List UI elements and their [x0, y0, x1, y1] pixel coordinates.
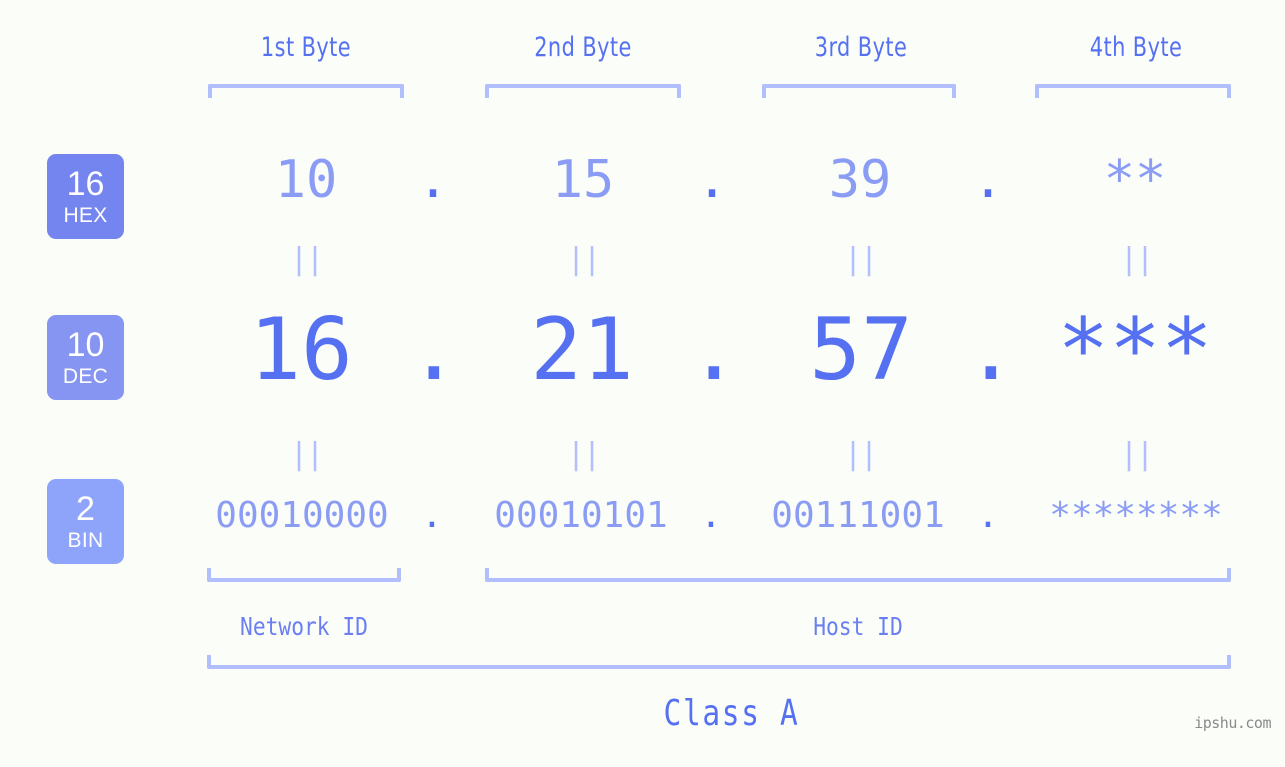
host-id-label: Host ID [813, 612, 903, 641]
hex-byte-1: 10 [274, 150, 338, 210]
base-badge-hex-name: HEX [63, 204, 108, 227]
watermark: ipshu.com [1194, 714, 1271, 732]
equals-mark-hex-dec-1: || [289, 242, 324, 277]
base-badge-bin-name: BIN [67, 529, 104, 552]
hex-byte-2: 15 [551, 150, 615, 210]
byte-bracket-4 [1035, 84, 1231, 98]
base-badge-hex: 16 HEX [47, 154, 124, 239]
network-id-bracket [207, 568, 401, 582]
hex-byte-4: ** [1103, 150, 1167, 210]
equals-mark-hex-dec-4: || [1119, 242, 1154, 277]
dec-byte-1: 16 [249, 300, 353, 400]
class-label: Class A [663, 693, 800, 734]
bin-separator-3: . [977, 495, 999, 536]
hex-separator-1: . [417, 150, 449, 210]
byte-bracket-3 [762, 84, 956, 98]
dec-separator-1: . [408, 300, 460, 400]
bin-byte-2: 00010101 [494, 495, 668, 536]
base-badge-dec-name: DEC [62, 365, 109, 388]
base-badge-hex-number: 16 [66, 165, 105, 203]
hex-separator-2: . [696, 150, 728, 210]
dec-byte-2: 21 [530, 300, 634, 400]
equals-mark-dec-bin-1: || [289, 437, 324, 472]
base-badge-bin: 2 BIN [47, 479, 124, 564]
byte-header-1: 1st Byte [260, 32, 352, 63]
byte-header-2: 2nd Byte [534, 32, 632, 63]
equals-mark-dec-bin-4: || [1119, 437, 1154, 472]
hex-separator-3: . [972, 150, 1004, 210]
byte-bracket-2 [485, 84, 681, 98]
dec-byte-3: 57 [809, 300, 913, 400]
bin-separator-2: . [700, 495, 722, 536]
dec-separator-2: . [688, 300, 740, 400]
network-id-label: Network ID [240, 612, 368, 641]
equals-mark-hex-dec-3: || [843, 242, 878, 277]
class-bracket [207, 655, 1231, 669]
base-badge-bin-number: 2 [76, 490, 95, 528]
byte-bracket-1 [208, 84, 404, 98]
bin-byte-1: 00010000 [215, 495, 389, 536]
byte-header-3: 3rd Byte [814, 32, 908, 63]
byte-header-4: 4th Byte [1089, 32, 1183, 63]
base-badge-dec: 10 DEC [47, 315, 124, 400]
equals-mark-dec-bin-3: || [843, 437, 878, 472]
bin-separator-1: . [421, 495, 443, 536]
equals-mark-hex-dec-2: || [566, 242, 601, 277]
host-id-bracket [485, 568, 1231, 582]
dec-byte-4: *** [1057, 300, 1213, 400]
equals-mark-dec-bin-2: || [566, 437, 601, 472]
bin-byte-3: 00111001 [771, 495, 945, 536]
hex-byte-3: 39 [828, 150, 892, 210]
ip-address-breakdown-diagram: 1st Byte 2nd Byte 3rd Byte 4th Byte 16 H… [0, 0, 1285, 767]
dec-separator-3: . [965, 300, 1017, 400]
base-badge-dec-number: 10 [66, 326, 105, 364]
bin-byte-4: ******** [1049, 495, 1223, 536]
